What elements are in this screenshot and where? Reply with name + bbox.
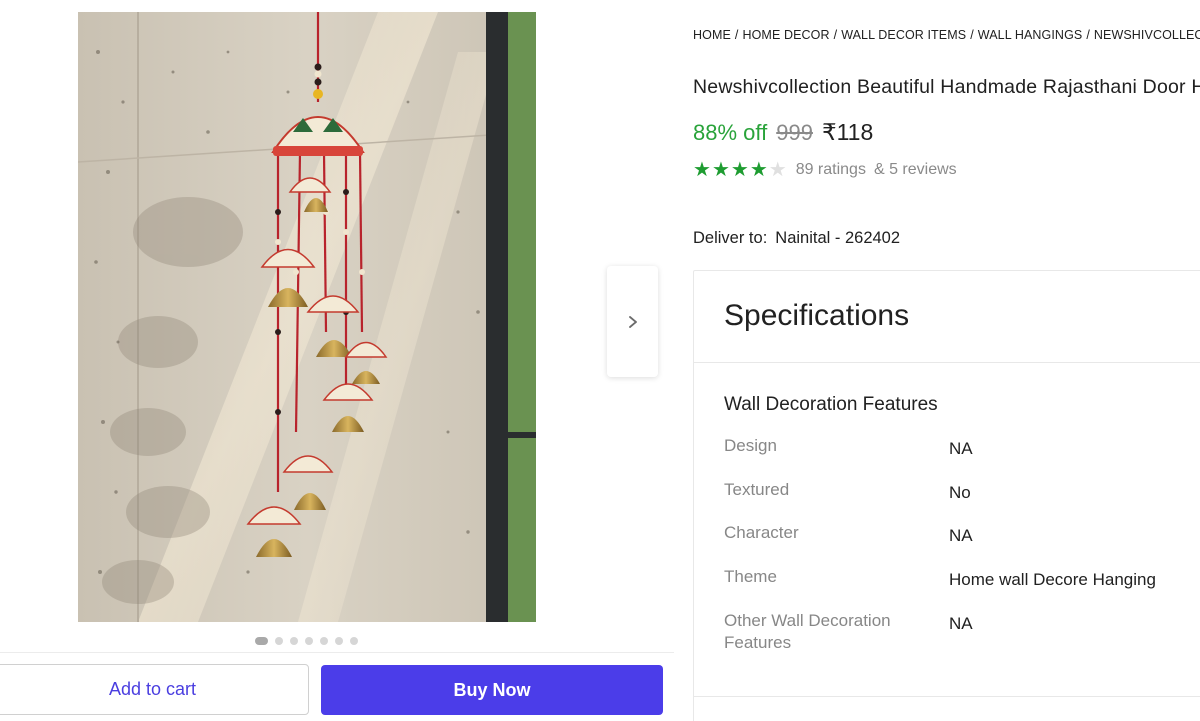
breadcrumb-separator: / — [1086, 28, 1090, 42]
deliver-location[interactable]: Nainital - 262402 — [775, 229, 900, 247]
spec-key: Theme — [724, 567, 777, 586]
buy-now-button[interactable]: Buy Now — [321, 665, 663, 715]
carousel-dot[interactable] — [255, 637, 268, 645]
star-icon: ★ — [749, 159, 768, 181]
star-rating: ★ ★ ★ ★ ★ — [693, 160, 787, 180]
ratings-count[interactable]: 89 ratings — [796, 161, 866, 179]
spec-key: Character — [724, 523, 799, 542]
carousel-dot[interactable] — [290, 637, 298, 645]
spec-row-design: Design NA — [724, 435, 1184, 460]
product-title: Newshivcollection Beautiful Handmade Raj… — [693, 76, 1200, 98]
carousel-dots — [255, 636, 358, 646]
spec-value: NA — [949, 614, 973, 633]
spec-value: NA — [949, 526, 973, 545]
deliver-label: Deliver to: — [693, 229, 768, 247]
spec-section-title: Wall Decoration Features — [724, 394, 938, 415]
add-to-cart-button[interactable]: Add to cart — [0, 664, 309, 715]
rating-row[interactable]: ★ ★ ★ ★ ★ 89 ratings & 5 reviews — [693, 160, 957, 180]
spec-row-character: Character NA — [724, 522, 1184, 547]
spec-row-other-features: Other Wall Decoration Features NA — [724, 610, 1184, 654]
wind-chime-photo — [78, 12, 536, 622]
gallery-next-button[interactable] — [607, 266, 658, 377]
divider — [694, 696, 1200, 697]
action-bar: Add to cart Buy Now — [0, 652, 674, 721]
carousel-dot[interactable] — [305, 637, 313, 645]
carousel-dot[interactable] — [350, 637, 358, 645]
breadcrumb-separator: / — [734, 28, 739, 42]
price-row: 88% off 999 ₹118 — [693, 119, 873, 146]
sale-price: ₹118 — [821, 119, 874, 145]
spec-row-textured: Textured No — [724, 479, 1184, 504]
star-icon: ★ — [711, 159, 730, 181]
breadcrumb-separator: / — [970, 28, 974, 42]
carousel-dot[interactable] — [320, 637, 328, 645]
breadcrumb-home-decor[interactable]: HOME DECOR — [742, 28, 829, 42]
carousel-dot[interactable] — [275, 637, 283, 645]
spec-row-theme: Theme Home wall Decore Hanging — [724, 566, 1184, 591]
spec-value: NA — [949, 439, 973, 458]
specifications-card: Specifications Wall Decoration Features … — [693, 270, 1200, 721]
chevron-right-icon — [628, 315, 637, 328]
breadcrumb: HOME / HOME DECOR / WALL DECOR ITEMS / WALL HA… — [693, 28, 1200, 42]
spec-key: Other Wall Decoration Features — [724, 611, 891, 652]
product-image[interactable] — [78, 12, 536, 622]
discount-badge: 88% off — [693, 120, 768, 145]
breadcrumb-separator: / — [833, 28, 838, 42]
specifications-title: Specifications — [724, 299, 910, 332]
delivery-row[interactable]: Deliver to: Nainital - 262402 — [693, 229, 900, 248]
breadcrumb-wall-hangings[interactable]: WALL HANGINGS — [978, 28, 1083, 42]
specifications-header: Specifications — [694, 271, 1200, 363]
spec-key: Textured — [724, 480, 790, 499]
spec-value: No — [949, 483, 971, 502]
breadcrumb-home[interactable]: HOME — [693, 28, 731, 42]
reviews-count[interactable]: & 5 reviews — [874, 161, 957, 179]
breadcrumb-wall-decor-items[interactable]: WALL DECOR ITEMS — [841, 28, 966, 42]
original-price: 999 — [776, 120, 813, 145]
star-icon: ★ — [730, 159, 749, 181]
product-page: Add to cart Buy Now HOME / HOME DECOR / WALL… — [0, 0, 1200, 721]
breadcrumb-brand-wall-hangings[interactable]: NEWSHIVCOLLECTION WALL HANGINGS — [1094, 28, 1200, 42]
star-icon: ★ — [768, 159, 787, 181]
star-icon: ★ — [693, 159, 711, 181]
spec-value: Home wall Decore Hanging — [949, 570, 1156, 589]
carousel-dot[interactable] — [335, 637, 343, 645]
spec-key: Design — [724, 436, 777, 455]
